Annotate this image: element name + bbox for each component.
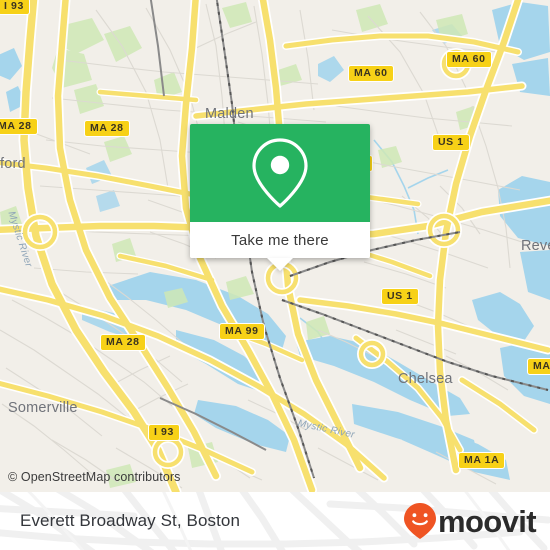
route-shield-ma28-left: MA 28 [0,118,38,135]
route-shield-ma60-right: MA 60 [446,51,492,68]
route-shield-ma1a: MA 1A [458,452,506,469]
map-pin-icon [252,138,308,208]
route-shield-ma28-upper: MA 28 [84,120,130,137]
place-label-medford: ford [0,156,26,172]
place-label-revere: Reve [521,238,550,254]
place-label-chelsea: Chelsea [398,371,453,387]
moovit-map-screen: I 93 MA 28 MA 28 MA 60 MA 60 US 1 MA 99 … [0,0,550,550]
popup-action-row[interactable]: Take me there [190,222,370,258]
place-label-malden: Malden [205,106,254,122]
map-canvas[interactable]: I 93 MA 28 MA 28 MA 60 MA 60 US 1 MA 99 … [0,0,550,492]
take-me-there-label: Take me there [231,231,329,249]
route-shield-ma28-lower: MA 28 [100,334,146,351]
moovit-wordmark: moovit [437,503,537,539]
route-shield-i93-lower: I 93 [148,424,180,441]
route-shield-us1-center: US 1 [381,288,419,305]
smiley-pin-icon [403,503,436,539]
route-shield-ma60-center: MA 60 [348,65,394,82]
route-shield-ma99: MA 99 [219,323,265,340]
popup-header [190,124,370,222]
place-label-somerville: Somerville [8,400,78,416]
route-shield-us1-upper: US 1 [432,134,470,151]
popup-pointer-tail [267,258,293,271]
route-shield-ma1-edge: MA 1 [527,358,550,375]
address-label: Everett Broadway St, Boston [20,511,241,530]
moovit-brand[interactable]: moovit [403,502,537,540]
route-shield-i93-topleft: I 93 [0,0,30,15]
destination-popup[interactable]: Take me there [190,124,370,271]
osm-attribution[interactable]: © OpenStreetMap contributors [8,470,181,484]
footer-bar: Everett Broadway St, Boston moovit [0,492,550,550]
